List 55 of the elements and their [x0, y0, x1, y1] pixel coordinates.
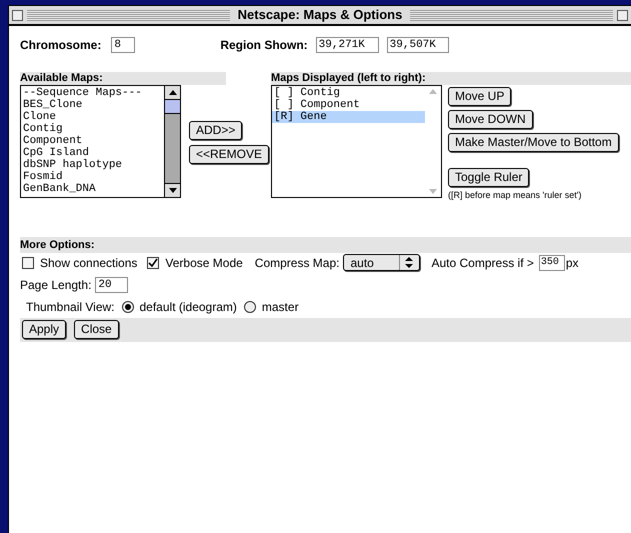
list-item[interactable]: --Sequence Maps--- [23, 87, 164, 99]
displayed-maps-list[interactable]: [ ] Contig [ ] Component [R] Gene [271, 85, 442, 198]
toggle-ruler-button[interactable]: Toggle Ruler [448, 168, 530, 187]
checkbox[interactable] [22, 256, 34, 268]
list-item[interactable]: [ ] Component [272, 99, 425, 111]
list-item[interactable]: Contig [23, 123, 164, 135]
radio-label: master [262, 298, 299, 316]
region-end-field[interactable]: 39,507K [386, 37, 449, 53]
radio-label: default (ideogram) [140, 298, 237, 316]
list-item[interactable]: Fosmid [23, 171, 164, 183]
list-item[interactable]: dbSNP haplotype [23, 159, 164, 171]
section-heading: Maps Displayed (left to right): [271, 72, 631, 85]
compress-map-label: Compress Map: [254, 254, 340, 272]
checkbox-label: Show connections [40, 254, 138, 272]
close-box-icon[interactable] [12, 10, 23, 20]
auto-compress-label: Auto Compress if > [432, 254, 534, 272]
compress-map-select[interactable]: auto [342, 254, 420, 271]
page-length-label: Page Length: [20, 276, 92, 294]
close-button[interactable]: Close [74, 320, 119, 339]
scroll-up-icon[interactable] [165, 86, 180, 100]
chromosome-field[interactable]: 8 [111, 37, 136, 53]
scroll-thumb[interactable] [165, 100, 180, 114]
list-item[interactable]: BES_Clone [23, 99, 164, 111]
section-heading: More Options: [20, 236, 631, 252]
radio-button[interactable] [122, 300, 134, 312]
list-item[interactable]: [ ] Contig [272, 87, 425, 99]
unit-label: px [566, 254, 579, 272]
add-button[interactable]: ADD>> [189, 121, 242, 140]
list-item[interactable]: Component [23, 135, 164, 147]
thumbnail-label: Thumbnail View: [26, 298, 114, 316]
radio-button[interactable] [244, 300, 256, 312]
list-item[interactable]: CpG Island [23, 147, 164, 159]
auto-compress-field[interactable]: 350 [538, 254, 565, 270]
section-heading: Available Maps: [20, 72, 226, 85]
zoom-box-icon[interactable] [617, 10, 628, 20]
up-down-arrows-icon [405, 257, 413, 268]
list-item[interactable]: [R] Gene [272, 111, 425, 123]
window-title: Netscape: Maps & Options [236, 6, 404, 24]
checkbox-label: Verbose Mode [165, 254, 243, 272]
region-label: Region Shown: [220, 37, 308, 54]
chromosome-label: Chromosome: [20, 37, 102, 54]
list-item[interactable]: GenBank_DNA [23, 183, 164, 195]
page-length-field[interactable]: 20 [95, 276, 128, 292]
available-maps-list[interactable]: --Sequence Maps--- BES_Clone Clone Contig Component CpG Island dbSNP haplotype Fosmid GenBank_DNA [20, 85, 181, 198]
checkbox[interactable] [147, 256, 160, 268]
ruler-note: ([R] before map means 'ruler set') [448, 189, 582, 202]
scroll-down-icon[interactable] [165, 183, 180, 197]
apply-button[interactable]: Apply [22, 320, 66, 339]
move-down-button[interactable]: Move DOWN [448, 110, 533, 129]
scrollbar[interactable] [164, 86, 180, 197]
list-item[interactable]: Clone [23, 111, 164, 123]
make-master-button[interactable]: Make Master/Move to Bottom [448, 133, 619, 152]
region-start-field[interactable]: 39,271K [316, 37, 379, 53]
remove-button[interactable]: <<REMOVE [189, 145, 270, 164]
move-up-button[interactable]: Move UP [448, 87, 512, 106]
